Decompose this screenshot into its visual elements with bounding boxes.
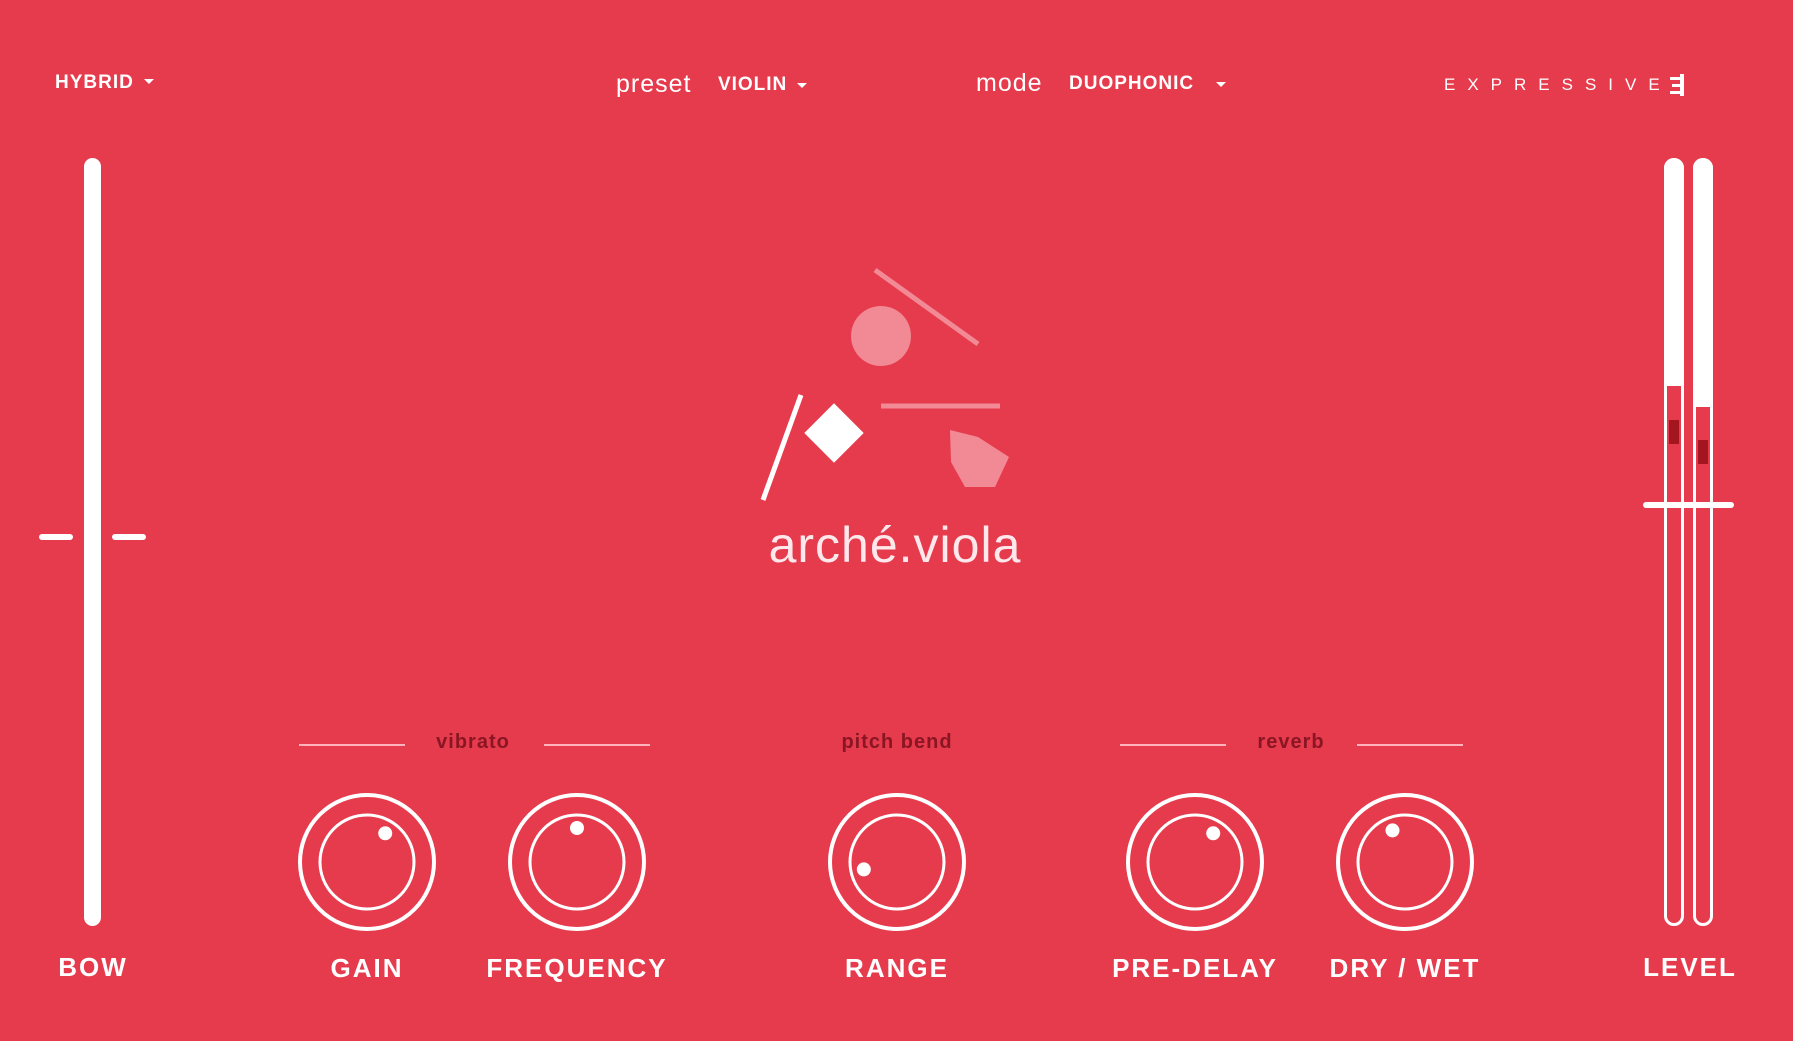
hybrid-dropdown[interactable]: HYBRID [55,72,154,94]
knob-indicator-dot [570,821,584,835]
preset-selector[interactable]: preset VIOLIN [616,70,808,99]
instrument-name: arché.viola [768,517,1022,573]
dry-wet-knob[interactable] [1335,792,1475,932]
preset-label: preset [616,70,692,98]
reverb-divider-right [1357,744,1463,746]
mode-label: mode [976,69,1043,97]
level-meter-right [1693,158,1713,926]
hybrid-value: HYBRID [55,72,134,93]
mode-selector[interactable]: mode DUOPHONIC [976,69,1227,98]
vibrato-group-label: vibrato [436,731,510,753]
pre-delay-label: PRE-DELAY [1112,953,1278,983]
chevron-down-icon [797,83,808,89]
bow-slider-track[interactable] [84,158,101,926]
knob-inner-ring [848,813,946,911]
vibrato-divider-right [544,744,650,746]
chevron-down-icon [143,79,154,85]
bow-slider-handle-left[interactable] [39,534,73,540]
knob-inner-ring [318,813,416,911]
level-slider-handle[interactable] [1643,502,1734,508]
knob-indicator-dot [1206,826,1221,841]
reverb-divider-left [1120,744,1226,746]
knob-inner-ring [1146,813,1244,911]
gain-label: GAIN [330,953,404,983]
abstract-shapes-logo-icon [760,267,1009,501]
gain-knob[interactable] [297,792,437,932]
vibrato-divider-left [299,744,405,746]
preset-value: VIOLIN [717,74,788,95]
level-meter-left [1664,158,1684,926]
pitch-bend-group-label: pitch bend [841,731,953,753]
frequency-label: FREQUENCY [486,953,668,983]
knob-indicator-dot [856,862,871,877]
knob-indicator-dot [1385,823,1400,838]
reverb-group-label: reverb [1257,731,1325,753]
frequency-knob[interactable] [507,792,647,932]
knob-inner-ring [1356,813,1454,911]
pre-delay-knob[interactable] [1125,792,1265,932]
bow-label: BOW [58,952,128,982]
chevron-down-icon [1216,82,1227,88]
range-knob[interactable] [827,792,967,932]
dry-wet-label: DRY / WET [1329,953,1481,983]
mode-value: DUOPHONIC [1069,73,1195,94]
brand-e-icon [1669,74,1684,96]
bow-slider-handle-right[interactable] [112,534,146,540]
range-label: RANGE [845,953,949,983]
brand-logo: EXPRESSIVE [1444,74,1686,96]
knob-indicator-dot [378,826,393,841]
level-label: LEVEL [1643,952,1737,982]
brand-text: EXPRESSIVE [1444,75,1672,94]
